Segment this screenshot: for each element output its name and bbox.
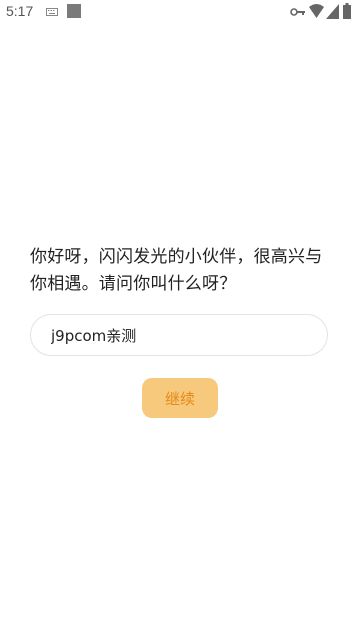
keyboard-icon [46,8,58,16]
name-input[interactable] [30,314,328,356]
status-time: 5:17 [6,3,34,19]
signal-icon [326,4,339,19]
vpn-key-icon [290,8,305,16]
greeting-prompt: 你好呀，闪闪发光的小伙伴，很高兴与你相遇。请问你叫什么呀？ [30,247,323,294]
continue-button[interactable]: 继续 [142,378,218,418]
notification-square-icon [67,4,81,18]
battery-icon [343,3,351,19]
wifi-icon [309,4,324,18]
screen: 5:17 你好呀，闪闪发光的小伙伴，很高兴与你相遇。请问你叫什么呀？ 继续 [0,0,360,640]
status-bar: 5:17 [0,0,360,24]
